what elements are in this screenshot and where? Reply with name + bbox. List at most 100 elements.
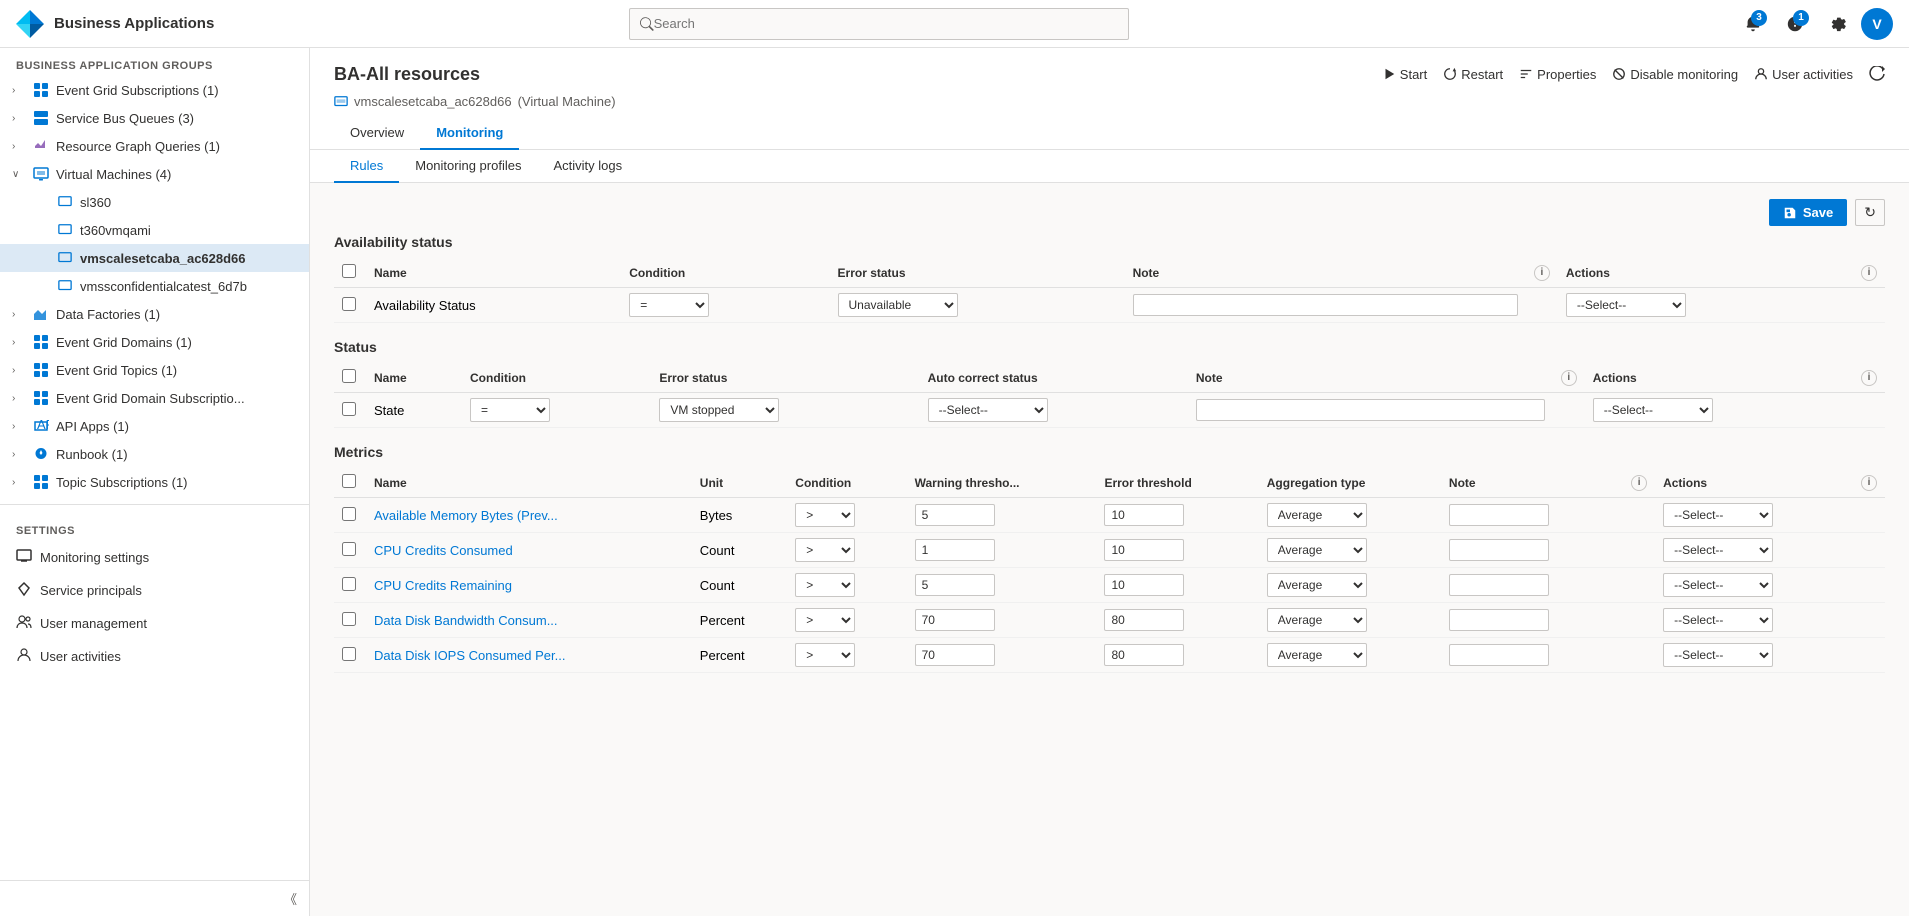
sidebar-collapse-button[interactable]: 《	[0, 880, 309, 916]
settings-user-activities[interactable]: User activities	[0, 640, 309, 673]
subtab-rules[interactable]: Rules	[334, 150, 399, 183]
metrics-warning-input[interactable]	[915, 644, 995, 666]
settings-monitoring[interactable]: Monitoring settings	[0, 541, 309, 574]
metrics-condition-select[interactable]: ><=	[795, 538, 855, 562]
availability-error-select[interactable]: UnavailableAvailable	[838, 293, 958, 317]
tab-overview[interactable]: Overview	[334, 117, 420, 150]
metrics-row-checkbox[interactable]	[342, 507, 356, 521]
status-row-auto-correct: --Select--	[920, 393, 1188, 428]
availability-row-checkbox[interactable]	[342, 297, 356, 311]
metrics-row-checkbox[interactable]	[342, 542, 356, 556]
sidebar-item-eg-domains[interactable]: › Event Grid Domains (1)	[0, 328, 309, 356]
disable-monitoring-button[interactable]: Disable monitoring	[1612, 61, 1738, 88]
sidebar-item-eg-domain-subs[interactable]: › Event Grid Domain Subscriptio...	[0, 384, 309, 412]
sidebar-item-runbook[interactable]: › Runbook (1)	[0, 440, 309, 468]
sidebar-item-data-factories[interactable]: › Data Factories (1)	[0, 300, 309, 328]
search-input[interactable]	[654, 16, 1118, 31]
metrics-name-link[interactable]: Data Disk Bandwidth Consum...	[374, 613, 558, 628]
metrics-warning-input[interactable]	[915, 504, 995, 526]
metrics-row-checkbox[interactable]	[342, 577, 356, 591]
metrics-note-input[interactable]	[1449, 644, 1549, 666]
availability-select-all-checkbox[interactable]	[342, 264, 356, 278]
properties-button[interactable]: Properties	[1519, 61, 1596, 88]
metrics-aggregation-select[interactable]: AverageSumMinMax	[1267, 643, 1367, 667]
sidebar-item-service-bus[interactable]: › Service Bus Queues (3)	[0, 104, 309, 132]
metrics-name-link[interactable]: CPU Credits Remaining	[374, 578, 512, 593]
sidebar-item-api-apps[interactable]: › API API Apps (1)	[0, 412, 309, 440]
status-auto-correct-select[interactable]: --Select--	[928, 398, 1048, 422]
metrics-name-link[interactable]: Available Memory Bytes (Prev...	[374, 508, 558, 523]
sidebar-item-virtual-machines[interactable]: ∨ Virtual Machines (4)	[0, 160, 309, 188]
metrics-actions-select[interactable]: --Select--	[1663, 538, 1773, 562]
user-activities-button[interactable]: User activities	[1754, 61, 1853, 88]
subtab-monitoring-profiles[interactable]: Monitoring profiles	[399, 150, 537, 183]
metrics-note-input[interactable]	[1449, 574, 1549, 596]
avail-info-icon[interactable]: i	[1534, 265, 1550, 281]
sidebar-child-sl360[interactable]: sl360	[0, 188, 309, 216]
metrics-warning-input[interactable]	[915, 574, 995, 596]
status-select-all-checkbox[interactable]	[342, 369, 356, 383]
status-note-input[interactable]	[1196, 399, 1545, 421]
search-bar[interactable]	[629, 8, 1129, 40]
sidebar-item-topic-subs[interactable]: › Topic Subscriptions (1)	[0, 468, 309, 496]
availability-condition-select[interactable]: =><	[629, 293, 709, 317]
subtab-activity-logs[interactable]: Activity logs	[537, 150, 638, 183]
alerts-button[interactable]: 1	[1777, 6, 1813, 42]
availability-actions-select[interactable]: --Select--	[1566, 293, 1686, 317]
metrics-condition-select[interactable]: ><=	[795, 608, 855, 632]
start-button[interactable]: Start	[1382, 61, 1427, 88]
settings-service-principals[interactable]: Service principals	[0, 574, 309, 607]
metrics-aggregation-select[interactable]: AverageSumMinMax	[1267, 503, 1367, 527]
restart-button[interactable]: Restart	[1443, 61, 1503, 88]
sidebar-child-t360[interactable]: t360vmqami	[0, 216, 309, 244]
metrics-error-input[interactable]	[1104, 504, 1184, 526]
metrics-actions-select[interactable]: --Select--	[1663, 573, 1773, 597]
save-button[interactable]: Save	[1769, 199, 1847, 226]
settings-button[interactable]	[1819, 6, 1855, 42]
sidebar-child-vmscaleset[interactable]: vmscalesetcaba_ac628d66	[0, 244, 309, 272]
status-row-checkbox[interactable]	[342, 402, 356, 416]
metrics-name-link[interactable]: CPU Credits Consumed	[374, 543, 513, 558]
metrics-actions-select[interactable]: --Select--	[1663, 608, 1773, 632]
metrics-info-icon[interactable]: i	[1631, 475, 1647, 491]
header-refresh-button[interactable]	[1869, 60, 1885, 88]
metrics-error-input[interactable]	[1104, 539, 1184, 561]
notifications-button[interactable]: 3	[1735, 6, 1771, 42]
availability-note-input[interactable]	[1133, 294, 1518, 316]
metrics-error-input[interactable]	[1104, 644, 1184, 666]
status-error-select[interactable]: VM stoppedVM running	[659, 398, 779, 422]
metrics-aggregation-select[interactable]: AverageSumMinMax	[1267, 608, 1367, 632]
sidebar-item-event-grid-subs[interactable]: › Event Grid Subscriptions (1)	[0, 76, 309, 104]
metrics-row-checkbox[interactable]	[342, 612, 356, 626]
metrics-select-all-checkbox[interactable]	[342, 474, 356, 488]
avail-actions-info-icon[interactable]: i	[1861, 265, 1877, 281]
metrics-note-input[interactable]	[1449, 539, 1549, 561]
user-avatar[interactable]: V	[1861, 8, 1893, 40]
metrics-actions-info-icon[interactable]: i	[1861, 475, 1877, 491]
status-actions-info-icon[interactable]: i	[1861, 370, 1877, 386]
metrics-error-input[interactable]	[1104, 609, 1184, 631]
status-actions-select[interactable]: --Select--	[1593, 398, 1713, 422]
metrics-note-input[interactable]	[1449, 609, 1549, 631]
settings-user-management[interactable]: User management	[0, 607, 309, 640]
sidebar-item-eg-topics[interactable]: › Event Grid Topics (1)	[0, 356, 309, 384]
metrics-error-input[interactable]	[1104, 574, 1184, 596]
metrics-condition-select[interactable]: ><=	[795, 643, 855, 667]
metrics-aggregation-select[interactable]: AverageSumMinMax	[1267, 573, 1367, 597]
metrics-condition-select[interactable]: ><=	[795, 573, 855, 597]
sidebar-item-resource-graph[interactable]: › Resource Graph Queries (1)	[0, 132, 309, 160]
metrics-aggregation-select[interactable]: AverageSumMinMax	[1267, 538, 1367, 562]
status-info-icon[interactable]: i	[1561, 370, 1577, 386]
status-condition-select[interactable]: =><	[470, 398, 550, 422]
metrics-name-link[interactable]: Data Disk IOPS Consumed Per...	[374, 648, 565, 663]
metrics-actions-select[interactable]: --Select--	[1663, 643, 1773, 667]
metrics-note-input[interactable]	[1449, 504, 1549, 526]
metrics-warning-input[interactable]	[915, 609, 995, 631]
tab-monitoring[interactable]: Monitoring	[420, 117, 519, 150]
metrics-row-checkbox[interactable]	[342, 647, 356, 661]
metrics-condition-select[interactable]: ><=	[795, 503, 855, 527]
metrics-actions-select[interactable]: --Select--	[1663, 503, 1773, 527]
content-refresh-button[interactable]: ↻	[1855, 199, 1885, 226]
metrics-warning-input[interactable]	[915, 539, 995, 561]
sidebar-child-vmss[interactable]: vmssconfidentialcatest_6d7b	[0, 272, 309, 300]
